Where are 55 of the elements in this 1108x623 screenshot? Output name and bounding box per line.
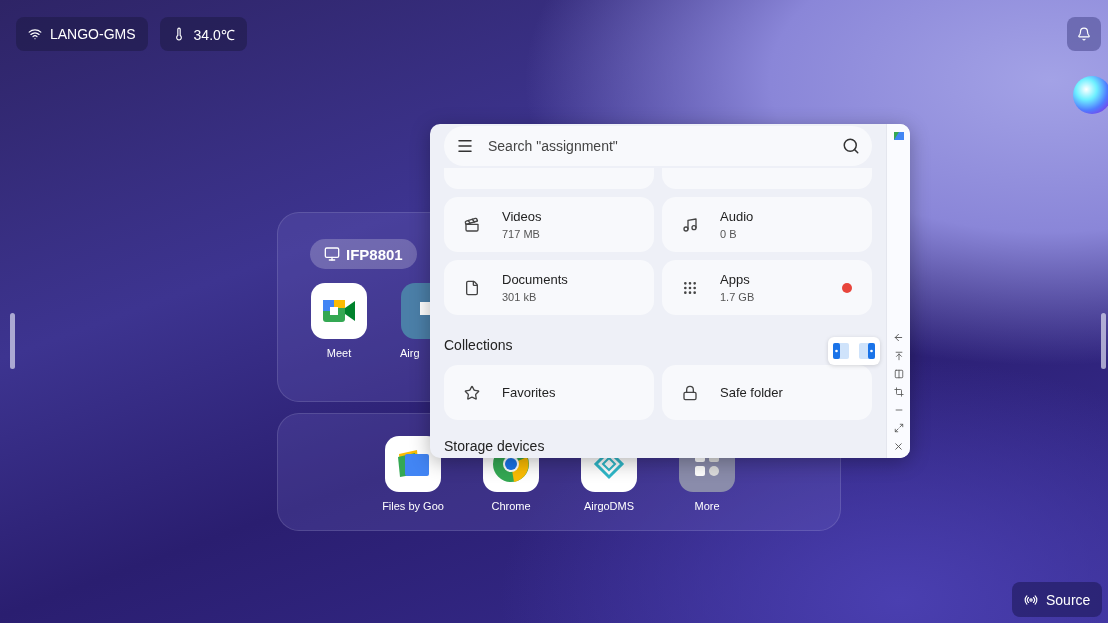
category-size: 1.7 GB: [720, 291, 756, 303]
broadcast-icon: [1024, 592, 1038, 607]
category-card[interactable]: Apps 1.7 GB: [662, 260, 872, 315]
category-card[interactable]: Videos 717 MB: [444, 197, 654, 252]
category-size: 717 MB: [502, 228, 541, 240]
app-shortcut[interactable]: Meet: [310, 283, 368, 359]
status-chip[interactable]: 34.0℃: [159, 17, 247, 51]
assistant-orb[interactable]: [1073, 76, 1108, 114]
search-field[interactable]: Search "assignment": [444, 126, 872, 166]
folder-app-icon: [385, 436, 441, 492]
snap-right-icon[interactable]: [859, 343, 875, 359]
app-shortcut[interactable]: Files by Goo: [384, 436, 442, 512]
bell-icon: [1077, 27, 1091, 41]
side-handle[interactable]: [1101, 313, 1106, 369]
wifi-icon: [28, 27, 42, 41]
collection-name: Safe folder: [720, 385, 783, 400]
source-button[interactable]: Source: [1012, 582, 1103, 617]
lock-icon: [682, 384, 698, 401]
clapperboard-icon: [464, 216, 480, 233]
maximize-button[interactable]: [893, 423, 904, 433]
category-name: Documents: [502, 272, 569, 287]
menu-icon[interactable]: [456, 137, 474, 155]
star-icon: [464, 384, 480, 401]
search-input[interactable]: Search "assignment": [486, 137, 830, 155]
category-size: 0 B: [720, 228, 738, 240]
collection-card[interactable]: Favorites: [444, 365, 654, 420]
category-card[interactable]: Documents 301 kB: [444, 260, 654, 315]
music-note-icon: [682, 216, 698, 233]
category-name: Apps: [720, 272, 751, 287]
back-button[interactable]: [893, 332, 904, 343]
split-view-button[interactable]: [893, 369, 904, 379]
status-label: LANGO-GMS: [50, 26, 136, 42]
device-pill[interactable]: IFP8801: [310, 239, 417, 269]
section-title: Collections: [444, 337, 513, 353]
snap-left-icon[interactable]: [833, 343, 849, 359]
search-icon[interactable]: [842, 137, 860, 155]
close-button[interactable]: [893, 441, 904, 452]
video-camera-app-icon: [311, 283, 367, 339]
category-name: Videos: [502, 209, 543, 224]
section-title: Storage devices: [444, 438, 545, 454]
collection-card[interactable]: Safe folder: [662, 365, 872, 420]
document-icon: [464, 279, 480, 296]
crop-button[interactable]: [893, 387, 904, 397]
category-card[interactable]: Audio 0 B: [662, 197, 872, 252]
status-chip[interactable]: LANGO-GMS: [16, 17, 148, 51]
pin-top-button[interactable]: [893, 351, 904, 361]
grid-icon: [682, 279, 698, 296]
status-label: 34.0℃: [193, 25, 235, 44]
collection-name: Favorites: [502, 385, 556, 400]
monitor-icon: [324, 246, 340, 262]
category-name: Audio: [720, 209, 755, 224]
side-handle[interactable]: [10, 313, 15, 369]
category-size: 301 kB: [502, 291, 538, 303]
bell-button[interactable]: [1067, 17, 1101, 51]
app-icon: [893, 132, 904, 140]
